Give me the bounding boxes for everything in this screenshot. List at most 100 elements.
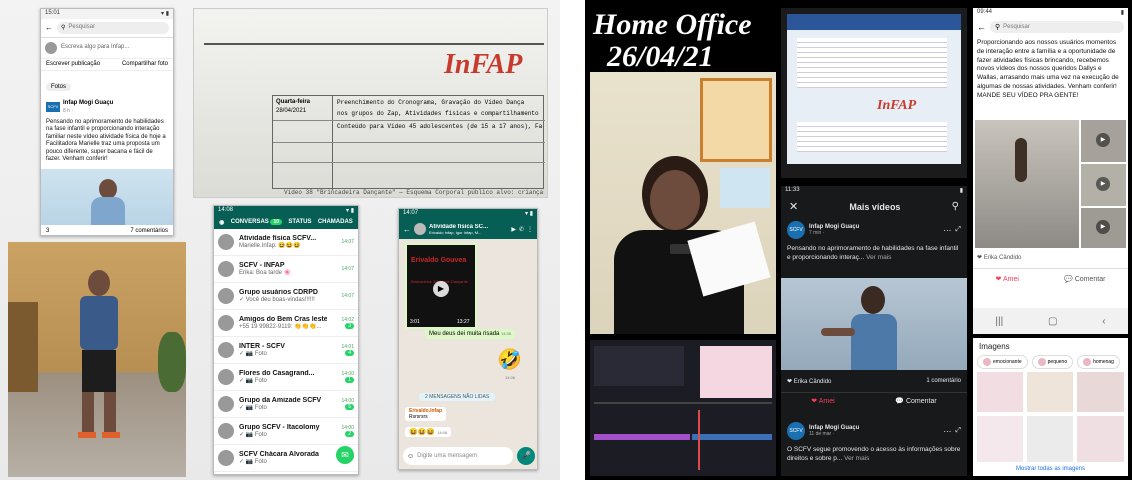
search-field[interactable]: ⚲ Pesquisar bbox=[57, 22, 169, 34]
timeline-clip[interactable] bbox=[692, 434, 772, 440]
chat-row[interactable]: Grupo usuários CDRPD ✓ Você deu boas-vind… bbox=[214, 283, 358, 310]
person-leg bbox=[82, 392, 94, 432]
more-icon[interactable]: ⋮ bbox=[527, 226, 533, 233]
share-photo-button[interactable]: Compartilhar foto bbox=[122, 61, 168, 69]
chat-row[interactable]: Flores do Casagrand... ✓ 📷 Foto 14:00 1 bbox=[214, 364, 358, 391]
chat-row[interactable]: Grupo SCFV - Itacolomy ✓ 📷 Foto 14:00 2 bbox=[214, 418, 358, 445]
result-image[interactable] bbox=[1027, 372, 1073, 412]
mic-icon[interactable]: 🎤 bbox=[517, 447, 535, 465]
chat-row[interactable]: Grupo da Amizade SCFV ✓ 📷 Foto 14:00 5 bbox=[214, 391, 358, 418]
search-field[interactable]: ⚲ Pesquisar bbox=[990, 21, 1124, 33]
timeline-clip[interactable] bbox=[594, 434, 690, 440]
compose-input[interactable]: Escreva algo para Infap... bbox=[61, 44, 129, 52]
photos-tab[interactable]: Fotos bbox=[46, 83, 72, 91]
comment-count[interactable]: 1 comentário bbox=[926, 378, 961, 385]
person-leg bbox=[104, 392, 116, 432]
infap-logo: SCFV bbox=[787, 221, 805, 239]
message-input[interactable]: ☺ Digite uma mensagem bbox=[403, 447, 513, 465]
home-icon[interactable]: ▢ bbox=[1048, 316, 1057, 327]
person-shorts bbox=[82, 350, 116, 392]
tab-calls[interactable]: CHAMADAS bbox=[318, 219, 353, 226]
back-arrow-icon[interactable]: ← bbox=[977, 22, 986, 32]
whatsapp-group-chat: 14:07 ▾ ▮ ← Atividade física SC... Erival… bbox=[398, 208, 538, 470]
message-bubble: Erivaldo.Infap Rsrsrsrs bbox=[405, 407, 447, 421]
play-icon[interactable]: ▶ bbox=[433, 281, 449, 297]
search-placeholder: Pesquisar bbox=[1003, 24, 1030, 30]
comment-button[interactable]: 💬 Comentar bbox=[895, 397, 936, 405]
tab-chats[interactable]: CONVERSAS 10 bbox=[231, 219, 283, 226]
comment-button[interactable]: 💬 Comentar bbox=[1064, 275, 1105, 283]
chat-row[interactable]: SCFV - INFAP Erika: Boa tarde 🌸 14:07 bbox=[214, 256, 358, 283]
show-all-images-link[interactable]: Mostrar todas as imagens bbox=[973, 466, 1128, 472]
close-icon[interactable]: ✕ bbox=[789, 200, 798, 213]
search-placeholder: Pesquisar bbox=[68, 24, 96, 30]
laptop-photo: InFAP bbox=[781, 8, 967, 178]
play-icon[interactable]: ▶ bbox=[1096, 133, 1110, 147]
new-chat-icon[interactable]: ✉ bbox=[336, 446, 354, 464]
love-button[interactable]: ❤ Amei bbox=[996, 275, 1019, 283]
comment-count[interactable]: 7 comentários bbox=[130, 228, 168, 235]
action-bar: ❤ Amei 💬 Comentar bbox=[781, 392, 967, 405]
more-icon[interactable]: ⋯ bbox=[943, 427, 951, 436]
post-photo[interactable]: ▶ bbox=[1081, 120, 1126, 162]
chat-row[interactable]: Atividade física SCFV... Marielle.Infap: … bbox=[214, 229, 358, 256]
back-arrow-icon[interactable]: ← bbox=[403, 225, 411, 234]
unread-badge: 2 bbox=[345, 431, 354, 437]
tab-status[interactable]: STATUS bbox=[288, 219, 311, 226]
title-date: 26/04/21 bbox=[607, 40, 714, 73]
chat-avatar bbox=[218, 342, 234, 358]
media-panel bbox=[594, 346, 684, 386]
person-head bbox=[88, 270, 110, 296]
video-timestamp: 13:27 bbox=[457, 319, 470, 325]
result-image[interactable] bbox=[1077, 372, 1124, 412]
post-photo-main[interactable] bbox=[975, 120, 1079, 248]
playhead[interactable] bbox=[698, 410, 700, 470]
video-player[interactable] bbox=[781, 278, 967, 370]
chat-header: ← Atividade física SC... Erivaldo Infap,… bbox=[399, 219, 537, 239]
expand-icon[interactable]: ⤢ bbox=[955, 427, 961, 435]
search-icon[interactable]: ⚲ bbox=[952, 201, 959, 212]
write-post-button[interactable]: Escrever publicação bbox=[46, 61, 100, 69]
post-text: Proporcionando aos nossos usuários momen… bbox=[977, 39, 1119, 99]
emoji-icon[interactable]: ☺ bbox=[407, 453, 414, 460]
result-image[interactable] bbox=[1077, 416, 1124, 462]
back-arrow-icon[interactable]: ← bbox=[45, 23, 53, 32]
love-button[interactable]: ❤ Amei bbox=[811, 397, 834, 405]
reactions-row: ❤ Erika Cândido bbox=[977, 255, 1022, 261]
videos-header: ✕ Mais vídeos ⚲ bbox=[781, 196, 967, 217]
status-bar: 14:07 ▾ ▮ bbox=[399, 209, 537, 219]
camera-icon[interactable]: ◉ bbox=[219, 219, 224, 226]
post-meta: 11 de mar · bbox=[809, 431, 835, 437]
avatar bbox=[45, 41, 57, 54]
call-icon[interactable]: ✆ bbox=[519, 226, 524, 233]
chat-title[interactable]: Atividade física SC... Erivaldo Infap, I… bbox=[429, 224, 508, 235]
page-name[interactable]: Infap Mogi Guaçu bbox=[63, 100, 113, 108]
image-chip[interactable]: emocionante bbox=[977, 355, 1028, 369]
recent-apps-icon[interactable]: ||| bbox=[995, 316, 1003, 327]
image-chips: emocionante pequeno homenag bbox=[973, 355, 1128, 369]
chat-row[interactable]: Amigos do Bem Cras leste +55 19 99822-911… bbox=[214, 310, 358, 337]
chat-time: 14:07 bbox=[341, 266, 354, 272]
post-photo[interactable]: ▶ bbox=[1081, 164, 1126, 206]
see-more-link[interactable]: Ver mais bbox=[844, 455, 869, 462]
doc-line bbox=[204, 43, 544, 45]
video-call-icon[interactable]: ▶ bbox=[511, 226, 516, 233]
post-video[interactable] bbox=[41, 168, 173, 225]
more-icon[interactable]: ⋯ bbox=[943, 226, 951, 235]
result-image[interactable] bbox=[977, 372, 1023, 412]
play-icon[interactable]: ▶ bbox=[1096, 220, 1110, 234]
image-chip[interactable]: homenag bbox=[1077, 355, 1120, 369]
play-icon[interactable]: ▶ bbox=[1096, 177, 1110, 191]
see-more-link[interactable]: Ver mais bbox=[866, 254, 891, 261]
post-photo[interactable]: ▶ bbox=[1081, 208, 1126, 248]
result-image[interactable] bbox=[977, 416, 1023, 462]
video-message[interactable]: Erivaldo Gouvea Brincadeira: Atividade D… bbox=[405, 243, 477, 329]
chip-label: emocionante bbox=[993, 359, 1022, 365]
result-image[interactable] bbox=[1027, 416, 1073, 462]
back-icon[interactable]: ‹ bbox=[1102, 316, 1105, 327]
chat-avatar bbox=[218, 396, 234, 412]
document-text bbox=[797, 122, 947, 152]
chat-row[interactable]: INTER - SCFV ✓ 📷 Foto 14:01 4 bbox=[214, 337, 358, 364]
image-chip[interactable]: pequeno bbox=[1031, 355, 1074, 369]
expand-icon[interactable]: ⤢ bbox=[955, 226, 961, 234]
